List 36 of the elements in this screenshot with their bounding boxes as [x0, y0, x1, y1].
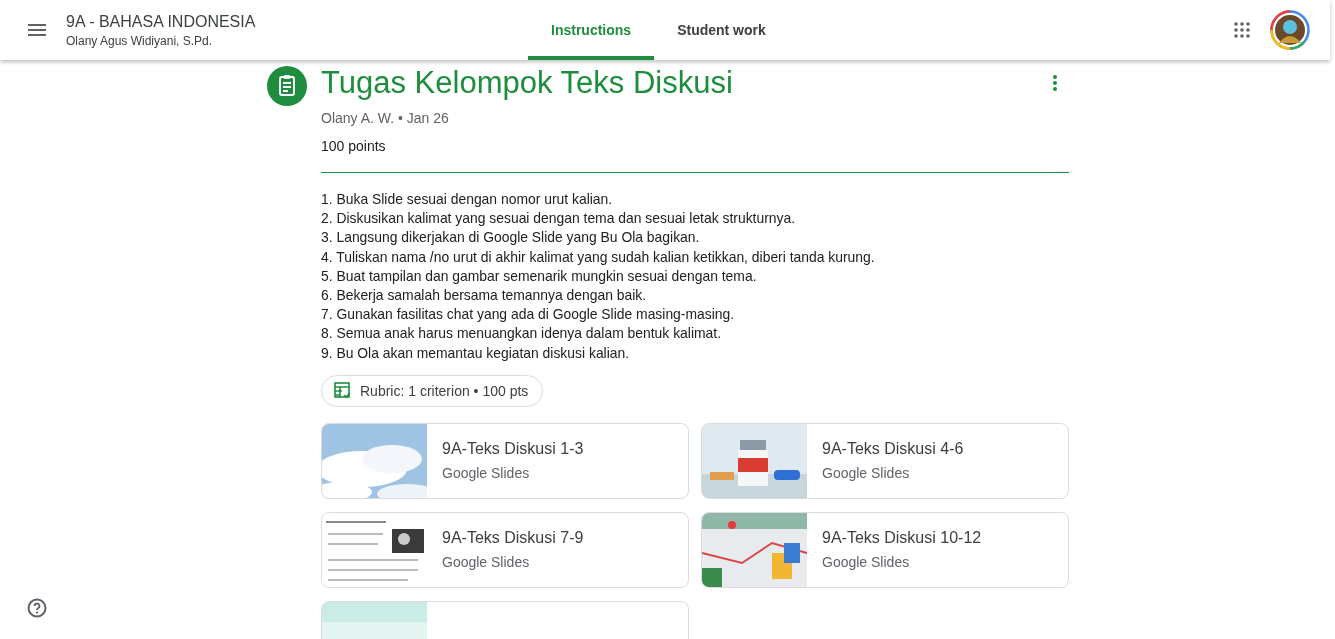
rubric-icon [334, 381, 352, 400]
attachment-title[interactable]: 9A-Teks Diskusi 10-12 [822, 528, 982, 547]
class-name[interactable]: 9A - BAHASA INDONESIA [66, 12, 486, 31]
help-icon[interactable] [27, 598, 47, 618]
instruction-line: 7. Gunakan fasilitas chat yang ada di Google Slide masing-masing. [321, 305, 736, 325]
more-options-icon[interactable] [1053, 75, 1057, 91]
assignment-icon [267, 66, 307, 106]
instruction-line: 9. Bu Ola akan memantau kegiatan diskusi kalian. [321, 343, 631, 363]
attachment-type: Google Slides [442, 553, 531, 570]
instruction-line: 8. Semua anak harus menuangkan idenya dalam bentuk kalimat. [321, 324, 722, 344]
tab[interactable]: Student work [654, 0, 789, 60]
teacher-name: Olany Agus Widiyani, S.Pd. [66, 33, 214, 48]
instruction-line: 2. Diskusikan kalimat yang sesuai dengan tema dan sesuai letak strukturnya. [321, 209, 797, 229]
attachment-title[interactable]: 9A-Teks Diskusi 4-6 [822, 439, 964, 458]
attachment-title[interactable]: 9A-Teks Diskusi 1-3 [442, 439, 584, 458]
instruction-line: 6. Bekerja samalah bersama temannya dengan baik. [321, 286, 648, 305]
attachment-card[interactable]: 9A-Teks Diskusi 10-12 Google Slides [701, 511, 1069, 588]
attachment-type: Google Slides [442, 464, 531, 481]
attachment-card[interactable]: 9A-Teks Diskusi 4-6 Google Slides [701, 422, 1069, 499]
author-date: Olany A. W. • Jan 26 [321, 110, 450, 126]
points: 100 points [321, 138, 387, 154]
instruction-line: 5. Buat tampilan dan gambar semenarik mungkin sesuai dengan tema. [321, 266, 758, 286]
attachment-type: Google Slides [822, 553, 911, 570]
menu-icon[interactable] [28, 24, 46, 36]
rubric-chip[interactable]: Rubric: 1 criterion • 100 pts [321, 374, 544, 407]
instruction-line: 3. Langsung dikerjakan di Google Slide yang Bu Ola bagikan. [321, 228, 701, 248]
attachment-type: Google Slides [822, 464, 911, 481]
attachment-card[interactable]: 9A-Teks Diskusi 7-9 Google Slides [321, 511, 689, 588]
tab[interactable]: Instructions [528, 0, 655, 60]
instruction-line: 1. Buka Slide sesuai dengan nomor urut kalian. [321, 190, 614, 209]
avatar[interactable] [1270, 10, 1310, 50]
instruction-line: 4. Tuliskan nama /no urut di akhir kalimat yang sudah kalian ketikkan, diberi tanda kurung. [321, 247, 876, 267]
attachment-card[interactable]: 9A-Teks Diskusi 1-3 Google Slides [321, 422, 689, 499]
assignment-title: Tugas Kelompok Teks Diskusi [321, 64, 733, 102]
apps-grid-icon[interactable] [1234, 22, 1250, 38]
attachment-title[interactable]: 9A-Teks Diskusi 7-9 [442, 528, 584, 547]
